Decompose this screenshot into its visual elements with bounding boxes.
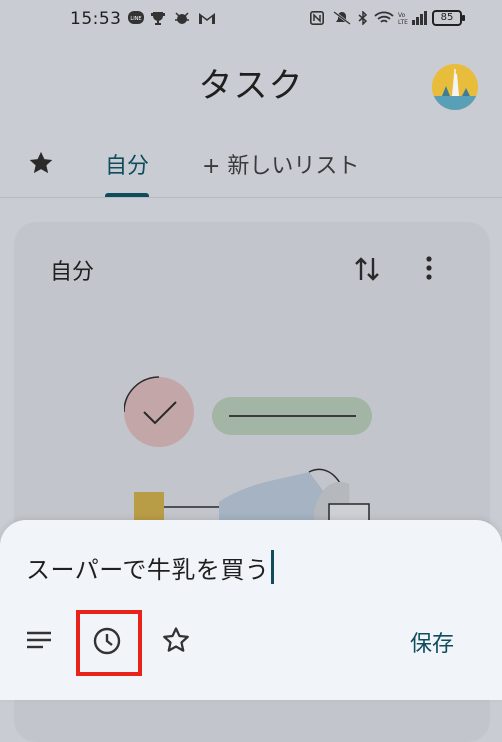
text-cursor: [271, 550, 275, 584]
status-bar: 15:53 LINE Vo LTE 85: [0, 0, 502, 38]
more-options-icon[interactable]: [424, 254, 434, 284]
new-task-sheet: スーパーで牛乳を買う 保存: [0, 520, 502, 700]
new-list-tab[interactable]: + 新しいリスト: [202, 148, 359, 180]
svg-text:Vo: Vo: [398, 12, 406, 19]
starred-tab-icon[interactable]: [27, 149, 55, 177]
details-icon[interactable]: [26, 630, 52, 650]
svg-text:LINE: LINE: [130, 16, 141, 22]
status-time: 15:53: [70, 9, 122, 29]
avatar[interactable]: [432, 64, 478, 110]
svg-text:LTE: LTE: [398, 19, 408, 25]
bluetooth-icon: [358, 11, 368, 25]
battery-indicator: 85: [432, 10, 465, 26]
tab-bar: 自分 + 新しいリスト: [0, 140, 502, 200]
bug-icon: [175, 12, 189, 24]
mute-icon: [333, 11, 351, 25]
volte-icon: VoLTE: [398, 12, 408, 25]
task-title-input[interactable]: スーパーで牛乳を買う: [26, 550, 275, 585]
wifi-icon: [374, 11, 394, 23]
save-button[interactable]: 保存: [410, 626, 454, 658]
signal-icon: [412, 11, 427, 25]
avatar-image: [432, 64, 478, 110]
task-title-text: スーパーで牛乳を買う: [26, 556, 270, 584]
sort-icon[interactable]: [354, 254, 380, 284]
line-icon: LINE: [128, 11, 144, 24]
gmail-icon: [199, 13, 215, 24]
trophy-icon: [151, 12, 165, 25]
tab-self[interactable]: 自分: [105, 148, 149, 180]
star-outline-icon[interactable]: [161, 625, 191, 655]
tab-divider: [0, 197, 502, 198]
highlight-box: [76, 610, 142, 676]
nfc-icon: [310, 11, 324, 25]
page-title: タスク: [198, 66, 304, 106]
list-title: 自分: [50, 260, 95, 285]
